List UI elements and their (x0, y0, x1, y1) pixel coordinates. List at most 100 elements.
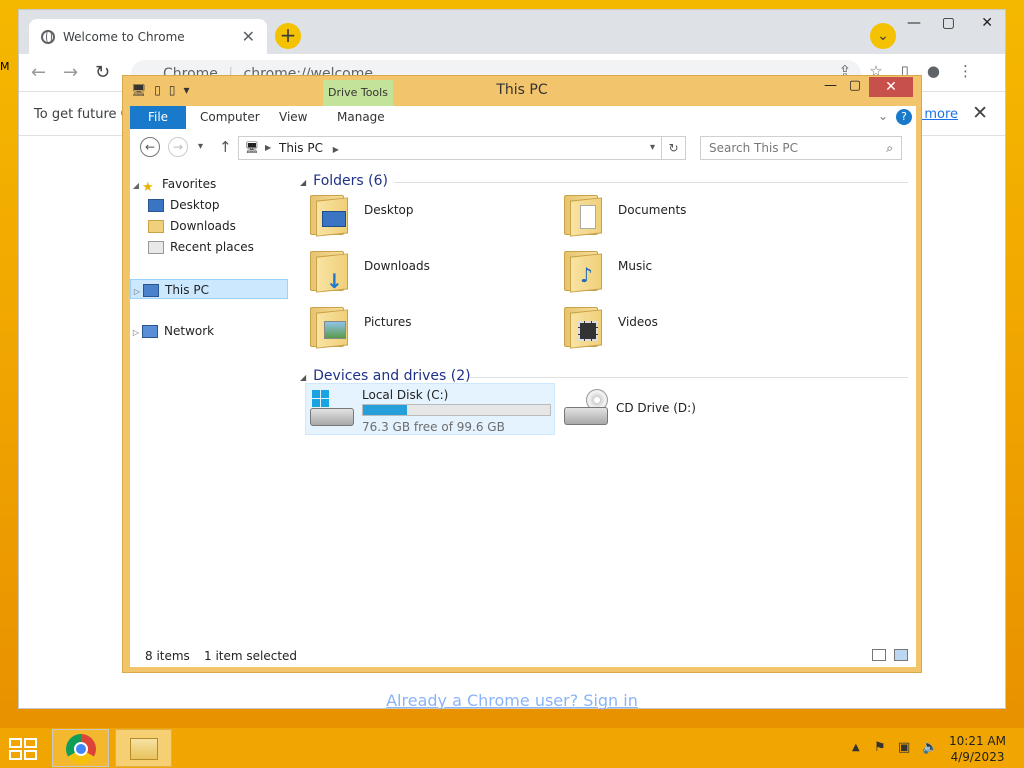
documents-folder-icon (562, 191, 604, 237)
forward-arrow-icon[interactable]: → (63, 62, 78, 83)
taskbar: ▲ ⚑ ▣ 🔈 10:21 AM 4/9/2023 (0, 728, 1024, 768)
large-icons-view-icon[interactable] (894, 649, 908, 661)
videos-folder-icon (562, 303, 604, 349)
status-item-count: 8 items (145, 649, 190, 663)
tab-computer[interactable]: Computer (200, 106, 260, 129)
network-tray-icon[interactable]: ▣ (898, 740, 910, 755)
help-icon[interactable]: ? (896, 109, 912, 125)
devices-group-header[interactable]: ◢ Devices and drives (2) (300, 368, 908, 384)
desktop-edge-text: M (0, 60, 10, 73)
downloads-icon (148, 220, 164, 233)
maximize-icon[interactable]: ▢ (942, 15, 955, 31)
breadcrumb-chevron-icon[interactable]: ▶ (333, 145, 339, 154)
recent-locations-icon[interactable]: ▾ (198, 141, 203, 152)
network-icon (142, 325, 158, 338)
nav-network[interactable]: ▷ Network (130, 321, 288, 341)
expand-icon[interactable]: ▷ (130, 323, 142, 343)
address-bar[interactable]: 🖥 ▶ This PC ▶ ▾ (238, 136, 662, 160)
downloads-folder-icon: ↓ (308, 247, 350, 293)
status-selection: 1 item selected (204, 649, 298, 663)
desktop-folder-icon (308, 191, 350, 237)
folder-documents[interactable]: Documents (562, 189, 802, 237)
ribbon-tabs: File Computer View Manage ⌄ ? (130, 106, 916, 129)
explorer-maximize-icon[interactable]: ▢ (849, 78, 861, 93)
music-folder-icon: ♪ (562, 247, 604, 293)
up-arrow-icon[interactable]: ↑ (219, 138, 232, 156)
globe-icon (41, 29, 55, 44)
chrome-tab-strip: Welcome to Chrome ✕ + ⌄ — ▢ ✕ (19, 10, 1005, 54)
recent-places-icon (148, 241, 164, 254)
pc-icon: 🖥 (245, 141, 259, 154)
pictures-folder-icon (308, 303, 350, 349)
drive-c-free-space: 76.3 GB free of 99.6 GB (362, 420, 505, 434)
drive-local-disk-c[interactable]: Local Disk (C:) 76.3 GB free of 99.6 GB (305, 383, 555, 435)
breadcrumb-arrow-icon[interactable]: ▶ (265, 137, 271, 159)
tab-view[interactable]: View (279, 106, 307, 129)
folder-downloads[interactable]: ↓ Downloads (308, 245, 548, 293)
tab-file[interactable]: File (130, 106, 186, 129)
status-bar: 8 items 1 item selected (130, 643, 916, 667)
nav-favorites[interactable]: ◢ ★ Favorites (130, 174, 288, 196)
tab-close-icon[interactable]: ✕ (242, 27, 255, 46)
clock-date: 4/9/2023 (950, 750, 1005, 764)
desktop-icon (148, 199, 164, 212)
refresh-icon[interactable]: ↻ (662, 136, 686, 160)
folder-desktop[interactable]: Desktop (308, 189, 548, 237)
chrome-close-icon[interactable]: ✕ (981, 15, 993, 31)
back-arrow-icon[interactable]: ← (31, 62, 46, 83)
new-tab-button[interactable]: + (275, 23, 301, 49)
tab-manage[interactable]: Manage (337, 106, 385, 129)
address-dropdown-icon[interactable]: ▾ (650, 137, 655, 159)
star-icon: ★ (142, 180, 154, 195)
clock-time: 10:21 AM (949, 734, 1006, 748)
back-icon[interactable]: ← (140, 137, 160, 157)
drive-c-usage-bar (362, 404, 551, 416)
address-text: This PC (279, 141, 323, 155)
folders-group-header[interactable]: ◢ Folders (6) (300, 173, 908, 189)
pc-icon (143, 284, 159, 297)
nav-downloads[interactable]: Downloads (148, 216, 306, 236)
collapse-group-icon[interactable]: ◢ (300, 373, 306, 382)
explorer-folder-icon (130, 738, 158, 760)
expand-ribbon-icon[interactable]: ⌄ (878, 109, 888, 123)
expand-icon[interactable]: ▷ (131, 282, 143, 302)
reload-icon[interactable]: ↻ (95, 62, 110, 83)
windows-start-icon[interactable] (9, 738, 39, 760)
explorer-body: ◢ ★ Favorites Desktop Downloads Recent pla… (130, 165, 916, 643)
tab-title: Welcome to Chrome (63, 29, 185, 44)
forward-icon[interactable]: → (168, 137, 188, 157)
drive-c-name: Local Disk (C:) (362, 388, 449, 402)
content-pane: ◢ Folders (6) Desktop Documents ↓ Downloa… (300, 165, 910, 643)
explorer-minimize-icon[interactable]: — (824, 78, 837, 93)
nav-desktop[interactable]: Desktop (148, 195, 306, 215)
folder-videos[interactable]: Videos (562, 301, 802, 349)
details-view-icon[interactable] (872, 649, 886, 661)
minimize-icon[interactable]: — (907, 15, 921, 31)
taskbar-explorer-button[interactable] (115, 729, 172, 767)
search-placeholder: Search This PC (709, 141, 798, 155)
tab-welcome[interactable]: Welcome to Chrome ✕ (29, 19, 267, 54)
tab-search-chevron-icon[interactable]: ⌄ (870, 23, 896, 49)
sign-in-link[interactable]: Already a Chrome user? Sign in (19, 691, 1005, 710)
windows-drive-icon (310, 390, 356, 430)
taskbar-chrome-button[interactable] (52, 729, 109, 767)
nav-recent-places[interactable]: Recent places (148, 237, 306, 257)
show-hidden-icons-icon[interactable]: ▲ (852, 742, 860, 753)
navigation-pane: ◢ ★ Favorites Desktop Downloads Recent pla… (130, 165, 294, 643)
folder-music[interactable]: ♪ Music (562, 245, 802, 293)
explorer-close-button[interactable]: ✕ (869, 77, 913, 97)
cd-drive-icon (564, 389, 610, 429)
nav-this-pc[interactable]: ▷ This PC (130, 279, 288, 299)
drive-cd-d[interactable]: CD Drive (D:) (560, 383, 760, 435)
infobar-close-icon[interactable]: ✕ (972, 102, 988, 124)
explorer-titlebar: 🖥 ▯ ▯ ▾ Drive Tools This PC — ▢ ✕ (123, 76, 921, 106)
collapse-icon[interactable]: ◢ (130, 176, 142, 196)
action-center-flag-icon[interactable]: ⚑ (874, 740, 886, 755)
folder-pictures[interactable]: Pictures (308, 301, 548, 349)
system-clock[interactable]: 10:21 AM 4/9/2023 (949, 733, 1006, 765)
window-title: This PC (496, 82, 548, 98)
drive-d-name: CD Drive (D:) (616, 401, 696, 415)
volume-muted-icon[interactable]: 🔈 (922, 740, 938, 755)
search-input[interactable]: Search This PC ⌕ (700, 136, 902, 160)
collapse-group-icon[interactable]: ◢ (300, 178, 306, 187)
